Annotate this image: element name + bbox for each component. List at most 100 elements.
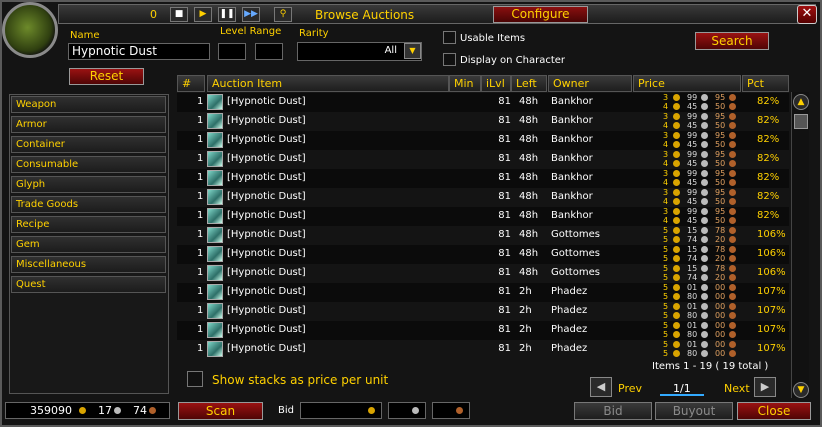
col-price-header[interactable]: Price (633, 75, 741, 92)
category-item[interactable]: Recipe (11, 216, 166, 233)
pause-icon[interactable]: ❚❚ (218, 7, 236, 22)
table-row[interactable]: 1 [Hypnotic Dust] 81 48h Gottomes 5 15 78 5 74 20 1… (177, 264, 789, 283)
table-row[interactable]: 1 [Hypnotic Dust] 81 48h Bankhor 3 99 95 4 45 50 82… (177, 169, 789, 188)
item-name[interactable]: [Hypnotic Dust] (227, 210, 306, 221)
hypnotic-dust-icon (207, 284, 223, 300)
pct-value: 107% (757, 305, 786, 316)
col-pct-header[interactable]: Pct (742, 75, 789, 92)
table-row[interactable]: 1 [Hypnotic Dust] 81 48h Bankhor 3 99 95 4 45 50 82… (177, 93, 789, 112)
scroll-down-icon[interactable]: ▼ (793, 382, 809, 398)
col-num-header[interactable]: # (177, 75, 205, 92)
category-item[interactable]: Glyph (11, 176, 166, 193)
prev-page-icon[interactable]: ◀ (590, 377, 612, 397)
stop-icon[interactable]: ■ (170, 7, 188, 22)
item-name[interactable]: [Hypnotic Dust] (227, 229, 306, 240)
item-name[interactable]: [Hypnotic Dust] (227, 286, 306, 297)
item-name[interactable]: [Hypnotic Dust] (227, 191, 306, 202)
category-item[interactable]: Quest (11, 276, 166, 293)
table-row[interactable]: 1 [Hypnotic Dust] 81 2h Phadez 5 01 00 5 80 00 107% (177, 321, 789, 340)
category-item[interactable]: Gem (11, 236, 166, 253)
table-row[interactable]: 1 [Hypnotic Dust] 81 48h Gottomes 5 15 78 5 74 20 1… (177, 226, 789, 245)
item-name[interactable]: [Hypnotic Dust] (227, 248, 306, 259)
category-item[interactable]: Miscellaneous (11, 256, 166, 273)
fast-forward-icon[interactable]: ▶▶ (242, 7, 260, 22)
price-copper: 00 (715, 283, 726, 292)
play-icon[interactable]: ▶ (194, 7, 212, 22)
bid-button[interactable]: Bid (574, 402, 652, 420)
scan-button[interactable]: Scan (178, 402, 263, 420)
item-name[interactable]: [Hypnotic Dust] (227, 96, 306, 107)
close-button[interactable]: Close (737, 402, 811, 420)
usable-items-checkbox[interactable] (443, 31, 456, 44)
time-left: 2h (519, 286, 532, 297)
bid-silver-input[interactable] (388, 402, 426, 419)
table-row[interactable]: 1 [Hypnotic Dust] 81 2h Phadez 5 01 00 5 80 00 107% (177, 283, 789, 302)
next-page-icon[interactable]: ▶ (754, 377, 776, 397)
category-item[interactable]: Trade Goods (11, 196, 166, 213)
item-name[interactable]: [Hypnotic Dust] (227, 324, 306, 335)
results-scrollbar[interactable]: ▲ ▼ (791, 92, 809, 398)
buyout-button[interactable]: Buyout (655, 402, 733, 420)
show-stacks-checkbox[interactable] (187, 371, 203, 387)
item-name[interactable]: [Hypnotic Dust] (227, 172, 306, 183)
item-name[interactable]: [Hypnotic Dust] (227, 134, 306, 145)
item-name[interactable]: [Hypnotic Dust] (227, 115, 306, 126)
row-count: 1 (197, 96, 204, 107)
chevron-down-icon[interactable]: ▼ (404, 43, 421, 59)
price-silver: 45 (687, 102, 698, 111)
table-row[interactable]: 1 [Hypnotic Dust] 81 2h Phadez 5 01 00 5 80 00 107% (177, 302, 789, 321)
item-name[interactable]: [Hypnotic Dust] (227, 305, 306, 316)
table-row[interactable]: 1 [Hypnotic Dust] 81 2h Phadez 5 01 00 5 80 00 107% (177, 340, 789, 359)
gold-coin-icon (673, 94, 680, 101)
table-row[interactable]: 1 [Hypnotic Dust] 81 48h Bankhor 3 99 95 4 45 50 82… (177, 188, 789, 207)
category-item[interactable]: Weapon (11, 96, 166, 113)
table-row[interactable]: 1 [Hypnotic Dust] 81 48h Bankhor 3 99 95 4 45 50 82… (177, 207, 789, 226)
col-item-header[interactable]: Auction Item (207, 75, 449, 92)
item-name[interactable]: [Hypnotic Dust] (227, 153, 306, 164)
item-level: 81 (498, 229, 511, 240)
price-gold: 5 (663, 245, 669, 254)
search-icon[interactable]: ⚲ (274, 7, 292, 22)
price-gold: 3 (663, 112, 669, 121)
category-item[interactable]: Container (11, 136, 166, 153)
configure-button[interactable]: Configure (493, 6, 588, 23)
price-gold: 4 (663, 159, 669, 168)
item-name[interactable]: [Hypnotic Dust] (227, 267, 306, 278)
table-row[interactable]: 1 [Hypnotic Dust] 81 48h Bankhor 3 99 95 4 45 50 82… (177, 112, 789, 131)
level-max-input[interactable] (255, 43, 283, 60)
search-button[interactable]: Search (695, 32, 769, 50)
owner: Bankhor (551, 191, 593, 202)
gold-coin-icon (673, 331, 680, 338)
level-min-input[interactable] (218, 43, 246, 60)
next-label: Next (724, 382, 750, 395)
col-min-header[interactable]: Min (449, 75, 481, 92)
price-cell: 5 01 00 5 80 00 (663, 321, 747, 340)
name-label: Name (70, 30, 100, 41)
col-owner-header[interactable]: Owner (548, 75, 632, 92)
price-copper: 50 (715, 159, 726, 168)
row-count: 1 (197, 248, 204, 259)
reset-button[interactable]: Reset (69, 68, 144, 85)
name-input[interactable]: Hypnotic Dust (68, 43, 210, 60)
item-name[interactable]: [Hypnotic Dust] (227, 343, 306, 354)
silver-coin-icon (701, 198, 708, 205)
gold-coin-icon (673, 284, 680, 291)
col-ilvl-header[interactable]: iLvl (481, 75, 511, 92)
display-on-character-checkbox[interactable] (443, 53, 456, 66)
category-item[interactable]: Armor (11, 116, 166, 133)
silver-coin-icon (701, 179, 708, 186)
scroll-thumb[interactable] (794, 114, 808, 129)
page-underline (660, 394, 704, 396)
bid-gold-input[interactable] (300, 402, 382, 419)
copper-coin-icon (729, 341, 736, 348)
scroll-up-icon[interactable]: ▲ (793, 94, 809, 110)
table-row[interactable]: 1 [Hypnotic Dust] 81 48h Gottomes 5 15 78 5 74 20 1… (177, 245, 789, 264)
category-item[interactable]: Consumable (11, 156, 166, 173)
table-row[interactable]: 1 [Hypnotic Dust] 81 48h Bankhor 3 99 95 4 45 50 82… (177, 150, 789, 169)
col-left-header[interactable]: Left (511, 75, 547, 92)
price-copper: 95 (715, 188, 726, 197)
table-row[interactable]: 1 [Hypnotic Dust] 81 48h Bankhor 3 99 95 4 45 50 82… (177, 131, 789, 150)
close-icon[interactable]: ✕ (797, 5, 817, 24)
bid-copper-input[interactable] (432, 402, 470, 419)
owner: Bankhor (551, 153, 593, 164)
